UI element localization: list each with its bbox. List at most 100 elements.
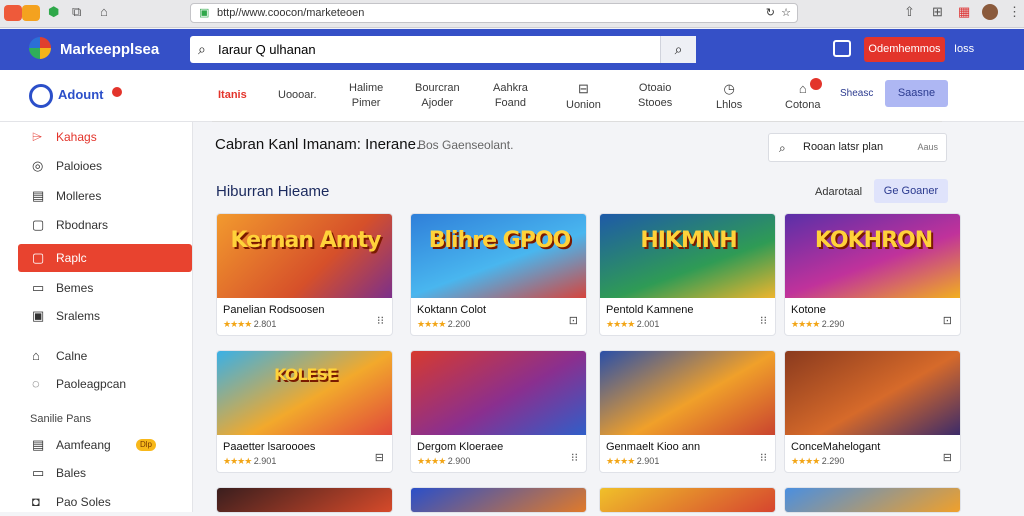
game-card[interactable]: Blihre GPOO Koktann Colot ★★★★ 2.200 ⊡ bbox=[410, 213, 587, 336]
apps-icon[interactable]: ⊞ bbox=[932, 4, 943, 20]
game-card[interactable]: Genmaelt Kioo ann ★★★★ 2.901 ⁝⁝ bbox=[599, 350, 776, 473]
star-icon[interactable]: ☆ bbox=[781, 4, 791, 22]
nav-label: Aahkra bbox=[493, 82, 528, 94]
nav-label: Cotona bbox=[785, 99, 821, 111]
content-search-value: Rooan latsr plan bbox=[803, 141, 884, 153]
nav-item-1[interactable]: Itanis bbox=[218, 88, 247, 103]
game-card[interactable]: KOKHRON Kotone ★★★★ 2.290 ⊡ bbox=[784, 213, 961, 336]
more-options-icon[interactable]: ⊡ bbox=[943, 314, 952, 327]
nav-label: Uonion bbox=[566, 99, 601, 111]
more-options-icon[interactable]: ⁝⁝ bbox=[377, 314, 384, 327]
brand-name[interactable]: Markeepplsea bbox=[60, 41, 159, 58]
game-card[interactable] bbox=[599, 487, 776, 513]
extension-icon[interactable]: ⬢ bbox=[48, 4, 59, 20]
game-rating: ★★★★ 2.290 bbox=[791, 319, 845, 329]
nav-item-7[interactable]: Otoaio Stooes bbox=[638, 81, 672, 111]
game-card[interactable] bbox=[784, 487, 961, 513]
up-icon[interactable]: ⇧ bbox=[904, 4, 915, 20]
game-thumbnail: KOLESE bbox=[217, 351, 392, 435]
game-thumbnail-title: Kernan Amty bbox=[230, 228, 381, 253]
window-minimize-icon[interactable] bbox=[22, 5, 40, 21]
sidebar-item-9[interactable]: ◌ Paoleagpcan bbox=[18, 370, 192, 398]
sidebar-item-label: Paoleagpcan bbox=[56, 377, 127, 391]
game-title: Panelian Rodsoosen bbox=[223, 304, 325, 316]
sidebar-item-3[interactable]: ▤ Molleres bbox=[18, 182, 192, 210]
game-card[interactable]: HIKMNH Pentold Kamnene ★★★★ 2.001 ⁝⁝ bbox=[599, 213, 776, 336]
more-options-icon[interactable]: ⊡ bbox=[569, 314, 578, 327]
section-title: Hiburran Hieame bbox=[216, 183, 330, 200]
nav-label: Uoooar. bbox=[278, 89, 317, 101]
avatar[interactable] bbox=[982, 4, 998, 20]
calendar-icon[interactable]: ▦ bbox=[958, 4, 970, 20]
sidebar-item-4[interactable]: ▢ Rbodnars bbox=[18, 211, 192, 239]
game-thumbnail: KOKHRON bbox=[785, 214, 960, 298]
sidebar-item-1[interactable]: ⌲ Kahags bbox=[18, 123, 192, 151]
nav-cta-button[interactable]: Saasne bbox=[885, 80, 948, 107]
search-input[interactable] bbox=[218, 39, 638, 60]
card-icon: ▤ bbox=[32, 437, 45, 452]
sidebar-item-11[interactable]: ▭ Bales bbox=[18, 459, 192, 487]
sidebar-item-label: Raplc bbox=[56, 251, 87, 265]
header-link[interactable]: Ioss bbox=[954, 43, 974, 55]
brand-logo-icon[interactable] bbox=[29, 37, 51, 59]
message-icon[interactable] bbox=[833, 40, 851, 57]
tag-icon: ⌲ bbox=[32, 129, 43, 144]
header-cta-button[interactable]: Odemhemmos bbox=[864, 37, 945, 62]
home-icon: ▢ bbox=[32, 250, 45, 265]
reload-icon[interactable]: ↻ bbox=[766, 4, 775, 22]
page-icon: ▭ bbox=[32, 465, 45, 480]
content-search-hint: Aaus bbox=[917, 142, 938, 152]
nav-item-6[interactable]: ⊟ Uonion bbox=[566, 81, 601, 113]
home-icon[interactable]: ⌂ bbox=[100, 4, 108, 19]
game-card[interactable]: KOLESE Paaetter lsaroooes ★★★★ 2.901 ⊟ bbox=[216, 350, 393, 473]
menu-icon[interactable]: ⋮ bbox=[1008, 4, 1021, 20]
nav-item-4[interactable]: Bourcran Ajoder bbox=[415, 81, 460, 111]
game-thumbnail: Kernan Amty bbox=[217, 214, 392, 298]
game-thumbnail-title: KOKHRON bbox=[814, 228, 933, 253]
document-icon: ▤ bbox=[32, 188, 45, 203]
sidebar-item-7[interactable]: ▣ Sralems bbox=[18, 302, 192, 330]
game-card[interactable]: Dergom Kloeraee ★★★★ 2.900 ⁝⁝ bbox=[410, 350, 587, 473]
more-options-icon[interactable]: ⁝⁝ bbox=[571, 451, 578, 464]
nav-label: Ajoder bbox=[421, 97, 454, 109]
account-label[interactable]: Adount bbox=[58, 87, 103, 102]
more-options-icon[interactable]: ⊟ bbox=[375, 451, 384, 464]
more-options-icon[interactable]: ⊟ bbox=[943, 451, 952, 464]
game-title: Kotone bbox=[791, 304, 826, 316]
section-link[interactable]: Adarotaal bbox=[815, 186, 862, 198]
game-card[interactable]: Kernan Amty Panelian Rodsoosen ★★★★ 2.80… bbox=[216, 213, 393, 336]
search-icon: ⌕ bbox=[779, 141, 786, 155]
sidebar-item-label: Rbodnars bbox=[56, 218, 109, 232]
game-rating: ★★★★ 2.900 bbox=[417, 456, 471, 466]
sidebar-item-2[interactable]: ◎ Paloioes bbox=[18, 152, 192, 180]
game-thumbnail-title: KOLESE bbox=[274, 365, 338, 384]
sidebar-item-6[interactable]: ▭ Bemes bbox=[18, 274, 192, 302]
sidebar-item-8[interactable]: ⌂ Calne bbox=[18, 342, 192, 370]
game-rating: ★★★★ 2.001 bbox=[606, 319, 660, 329]
sidebar-item-10[interactable]: ▤ Aamfeang Dlp bbox=[18, 431, 192, 459]
nav-item-3[interactable]: Halime Pimer bbox=[349, 81, 383, 111]
url-bar[interactable]: ▣ bttp//www.coocon/marketeoen ↻ ☆ bbox=[190, 3, 798, 23]
top-nav: Adount Itanis Uoooar. Halime Pimer Bourcr… bbox=[0, 70, 1024, 122]
nav-item-2[interactable]: Uoooar. bbox=[278, 88, 317, 103]
sidebar: ⌲ Kahags ◎ Paloioes ▤ Molleres ▢ Rbodnars ▢ R… bbox=[0, 122, 193, 512]
nav-item-5[interactable]: Aahkra Foand bbox=[493, 81, 528, 111]
nav-label: Stooes bbox=[638, 97, 673, 109]
nav-extra-link[interactable]: Sheasc bbox=[840, 88, 873, 99]
window-close-icon[interactable] bbox=[4, 5, 22, 21]
game-card[interactable]: ConceMahelogant ★★★★ 2.290 ⊟ bbox=[784, 350, 961, 473]
content-search[interactable]: ⌕ Rooan latsr plan Aaus bbox=[768, 133, 947, 162]
more-options-icon[interactable]: ⁝⁝ bbox=[760, 314, 767, 327]
sidebar-item-label: Aamfeang bbox=[56, 438, 111, 452]
account-icon[interactable] bbox=[29, 84, 53, 108]
doc-icon: ▣ bbox=[32, 308, 45, 323]
nav-item-8[interactable]: ◷ Lhlos bbox=[716, 81, 742, 113]
section-button[interactable]: Ge Goaner bbox=[874, 179, 948, 203]
game-card[interactable] bbox=[216, 487, 393, 513]
more-options-icon[interactable]: ⁝⁝ bbox=[760, 451, 767, 464]
puzzle-icon[interactable]: ⧉ bbox=[72, 4, 81, 20]
sidebar-item-5[interactable]: ▢ Raplc bbox=[18, 244, 192, 272]
search-submit-button[interactable]: ⌕ bbox=[660, 36, 696, 63]
page-title: Cabran Kanl Imanam: Inerane. bbox=[215, 136, 421, 153]
game-card[interactable] bbox=[410, 487, 587, 513]
